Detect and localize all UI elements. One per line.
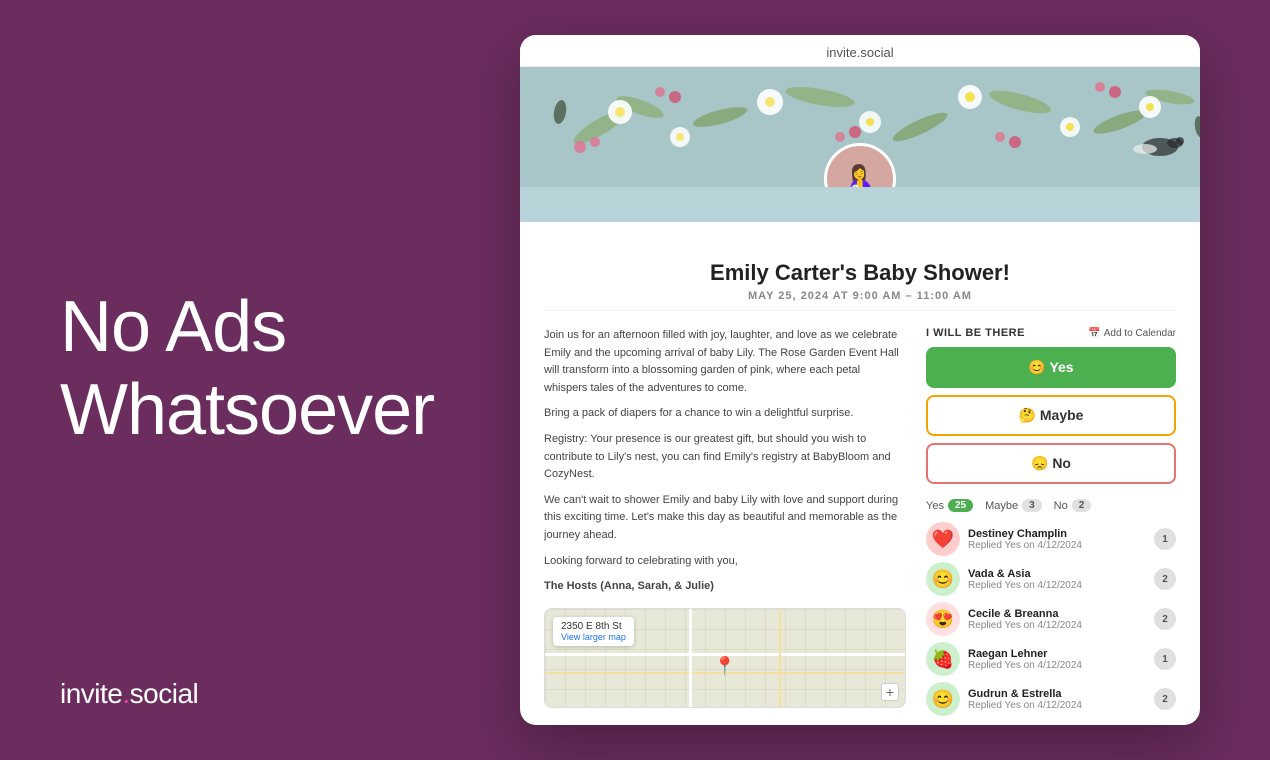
- rsvp-yes-button[interactable]: 😊 Yes: [926, 347, 1176, 388]
- guest-item: ❤️ Destiney Champlin Replied Yes on 4/12…: [926, 522, 1176, 556]
- guest-item: 😊 Gudrun & Estrella Replied Yes on 4/12/…: [926, 682, 1176, 716]
- rsvp-column: I WILL BE THERE 📅 Add to Calendar 😊 Yes …: [926, 327, 1176, 709]
- guest-avatar: 🍓: [926, 642, 960, 676]
- description-column: Join us for an afternoon filled with joy…: [544, 327, 926, 709]
- map-link[interactable]: View larger map: [561, 632, 626, 642]
- no-count-badge: 2: [1072, 499, 1092, 512]
- event-description: Join us for an afternoon filled with joy…: [544, 327, 906, 596]
- headline: No Ads Whatsoever: [60, 286, 420, 452]
- guest-name: Raegan Lehner: [968, 648, 1146, 660]
- guest-avatar: 😊: [926, 562, 960, 596]
- event-date: MAY 25, 2024 AT 9:00 AM – 11:00 AM: [540, 290, 1180, 302]
- maybe-count-item: Maybe 3: [985, 499, 1042, 512]
- headline-text: No Ads Whatsoever: [60, 286, 420, 452]
- guest-avatar: 😊: [926, 682, 960, 716]
- guest-info: Cecile & Breanna Replied Yes on 4/12/202…: [968, 608, 1146, 631]
- map-pin: 📍: [714, 656, 736, 677]
- left-panel: No Ads Whatsoever invite.social: [0, 0, 480, 760]
- guest-count: 1: [1154, 648, 1176, 670]
- rsvp-header: I WILL BE THERE 📅 Add to Calendar: [926, 327, 1176, 339]
- rsvp-no-button[interactable]: 😞 No: [926, 443, 1176, 484]
- app-window: invite.social: [520, 35, 1200, 725]
- right-panel: invite.social: [480, 0, 1270, 760]
- rsvp-counts: Yes 25 Maybe 3 No 2: [926, 499, 1176, 512]
- map-road-vertical: [689, 609, 692, 707]
- rsvp-label: I WILL BE THERE: [926, 327, 1025, 339]
- guest-count: 1: [1154, 528, 1176, 550]
- maybe-count-badge: 3: [1022, 499, 1042, 512]
- guest-info: Vada & Asia Replied Yes on 4/12/2024: [968, 568, 1146, 591]
- guest-name: Cecile & Breanna: [968, 608, 1146, 620]
- yes-count-badge: 25: [948, 499, 973, 512]
- guest-avatar: 😍: [926, 602, 960, 636]
- guest-list: ❤️ Destiney Champlin Replied Yes on 4/12…: [926, 522, 1176, 716]
- guest-name: Destiney Champlin: [968, 528, 1146, 540]
- guest-reply: Replied Yes on 4/12/2024: [968, 700, 1146, 711]
- event-title-area: Emily Carter's Baby Shower! MAY 25, 2024…: [520, 222, 1200, 310]
- guest-count: 2: [1154, 608, 1176, 630]
- guest-avatar: ❤️: [926, 522, 960, 556]
- main-content: Join us for an afternoon filled with joy…: [520, 311, 1200, 725]
- guest-item: 🍓 Raegan Lehner Replied Yes on 4/12/2024…: [926, 642, 1176, 676]
- guest-count: 2: [1154, 568, 1176, 590]
- guest-item: 😊 Vada & Asia Replied Yes on 4/12/2024 2: [926, 562, 1176, 596]
- guest-info: Destiney Champlin Replied Yes on 4/12/20…: [968, 528, 1146, 551]
- map-road-v2: [779, 609, 781, 707]
- map-zoom-button[interactable]: +: [881, 683, 899, 701]
- guest-item: 😍 Cecile & Breanna Replied Yes on 4/12/2…: [926, 602, 1176, 636]
- banner-area: 🤱: [520, 67, 1200, 222]
- map-address: 2350 E 8th St View larger map: [553, 617, 634, 646]
- add-to-calendar[interactable]: 📅 Add to Calendar: [1088, 328, 1176, 339]
- guest-reply: Replied Yes on 4/12/2024: [968, 620, 1146, 631]
- yes-count-item: Yes 25: [926, 499, 973, 512]
- guest-name: Vada & Asia: [968, 568, 1146, 580]
- brand-logo: invite.social: [60, 678, 420, 710]
- event-title: Emily Carter's Baby Shower!: [540, 260, 1180, 286]
- map[interactable]: 2350 E 8th St View larger map 📍 +: [544, 608, 906, 708]
- no-count-item: No 2: [1054, 499, 1092, 512]
- guest-info: Gudrun & Estrella Replied Yes on 4/12/20…: [968, 688, 1146, 711]
- banner-image: 🤱: [520, 67, 1200, 187]
- guest-name: Gudrun & Estrella: [968, 688, 1146, 700]
- guest-reply: Replied Yes on 4/12/2024: [968, 660, 1146, 671]
- guest-reply: Replied Yes on 4/12/2024: [968, 580, 1146, 591]
- guest-reply: Replied Yes on 4/12/2024: [968, 540, 1146, 551]
- rsvp-maybe-button[interactable]: 🤔 Maybe: [926, 395, 1176, 436]
- app-header: invite.social: [520, 35, 1200, 67]
- guest-info: Raegan Lehner Replied Yes on 4/12/2024: [968, 648, 1146, 671]
- guest-count: 2: [1154, 688, 1176, 710]
